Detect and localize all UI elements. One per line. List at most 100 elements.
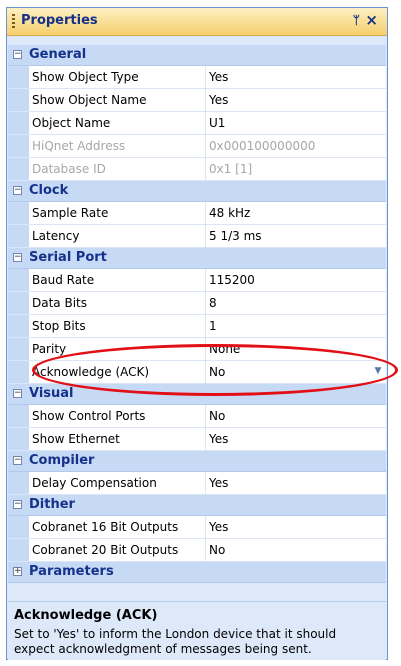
property-row[interactable]: Data Bits 8 [8,292,386,315]
row-gutter [8,405,29,427]
category-label: Dither [29,497,75,512]
expand-icon[interactable]: + [13,567,22,576]
collapse-icon[interactable]: − [13,500,22,509]
property-row[interactable]: Show Control Ports No [8,405,386,428]
property-name: Acknowledge (ACK) [32,365,150,379]
collapse-icon[interactable]: − [13,389,22,398]
collapse-icon[interactable]: − [13,186,22,195]
row-gutter [8,292,29,314]
row-gutter [8,516,29,538]
column-divider[interactable] [205,472,206,494]
column-divider[interactable] [205,158,206,180]
property-name: Cobranet 20 Bit Outputs [32,543,179,557]
property-row[interactable]: Show Ethernet Yes [8,428,386,451]
row-gutter [8,269,29,291]
category-header[interactable]: − Compiler [8,451,386,472]
property-value[interactable]: U1 [209,116,382,130]
property-name: Parity [32,342,67,356]
column-divider[interactable] [205,361,206,383]
collapse-icon[interactable]: − [13,456,22,465]
property-name: Show Ethernet [32,432,120,446]
property-value[interactable]: No [209,365,382,379]
category-header[interactable]: − Serial Port [8,248,386,269]
property-name: Cobranet 16 Bit Outputs [32,520,179,534]
description-pane: Acknowledge (ACK) Set to 'Yes' to inform… [8,601,386,660]
column-divider[interactable] [205,338,206,360]
property-row[interactable]: Cobranet 20 Bit Outputs No [8,539,386,562]
category-label: Clock [29,183,69,198]
property-name: Show Control Ports [32,409,146,423]
category-header[interactable]: − Dither [8,495,386,516]
column-divider[interactable] [205,428,206,450]
property-value[interactable]: Yes [209,520,382,534]
property-value[interactable]: 8 [209,296,382,310]
property-grid: − General Show Object Type Yes Show Object N… [8,45,386,583]
property-row[interactable]: Latency 5 1/3 ms [8,225,386,248]
property-value[interactable]: Yes [209,432,382,446]
property-row[interactable]: Cobranet 16 Bit Outputs Yes [8,516,386,539]
property-name: Database ID [32,162,106,176]
category-header[interactable]: − Clock [8,181,386,202]
row-gutter [8,472,29,494]
row-gutter [8,135,29,157]
category-label: General [29,47,87,62]
column-divider[interactable] [205,405,206,427]
property-row[interactable]: Database ID 0x1 [1] [8,158,386,181]
category-header[interactable]: − Visual [8,384,386,405]
property-name: Show Object Name [32,93,147,107]
property-row[interactable]: Parity None [8,338,386,361]
property-value: 0x000100000000 [209,139,316,153]
property-name: Object Name [32,116,111,130]
row-gutter [8,428,29,450]
column-divider[interactable] [205,292,206,314]
column-divider[interactable] [205,269,206,291]
category-label: Parameters [29,564,114,579]
property-value[interactable]: No [209,409,382,423]
property-row[interactable]: Show Object Name Yes [8,89,386,112]
column-divider[interactable] [205,112,206,134]
property-row[interactable]: Baud Rate 115200 [8,269,386,292]
category-header[interactable]: − General [8,45,386,66]
property-value[interactable]: 1 [209,319,382,333]
column-divider[interactable] [205,315,206,337]
property-row[interactable]: Stop Bits 1 [8,315,386,338]
property-row[interactable]: Acknowledge (ACK) No ▼ [8,361,386,384]
row-gutter [8,89,29,111]
property-row[interactable]: HiQnet Address 0x000100000000 [8,135,386,158]
property-row[interactable]: Show Object Type Yes [8,66,386,89]
category-header[interactable]: + Parameters [8,562,386,583]
property-name: Sample Rate [32,206,109,220]
pin-icon[interactable]: ᛘ [353,13,360,27]
column-divider[interactable] [205,539,206,561]
property-name: Latency [32,229,80,243]
column-divider[interactable] [205,516,206,538]
property-value: 0x1 [1] [209,162,253,176]
column-divider[interactable] [205,89,206,111]
property-value[interactable]: 115200 [209,273,382,287]
column-divider[interactable] [205,135,206,157]
panel-title-bar[interactable]: Properties ᛘ × [7,8,387,36]
row-gutter [8,225,29,247]
column-divider[interactable] [205,202,206,224]
property-value[interactable]: Yes [209,70,382,84]
property-value[interactable]: Yes [209,93,382,107]
property-row[interactable]: Delay Compensation Yes [8,472,386,495]
property-value[interactable]: 48 kHz [209,206,382,220]
close-icon[interactable]: × [365,11,378,29]
row-gutter [8,361,29,383]
property-row[interactable]: Object Name U1 [8,112,386,135]
property-value[interactable]: No [209,543,382,557]
grip-icon[interactable] [12,14,15,29]
chevron-down-icon[interactable]: ▼ [372,365,384,378]
category-label: Visual [29,386,74,401]
property-name: Baud Rate [32,273,95,287]
property-value[interactable]: Yes [209,476,382,490]
property-row[interactable]: Sample Rate 48 kHz [8,202,386,225]
collapse-icon[interactable]: − [13,253,22,262]
property-value[interactable]: 5 1/3 ms [209,229,382,243]
column-divider[interactable] [205,66,206,88]
collapse-icon[interactable]: − [13,50,22,59]
property-value[interactable]: None [209,342,382,356]
column-divider[interactable] [205,225,206,247]
row-gutter [8,112,29,134]
